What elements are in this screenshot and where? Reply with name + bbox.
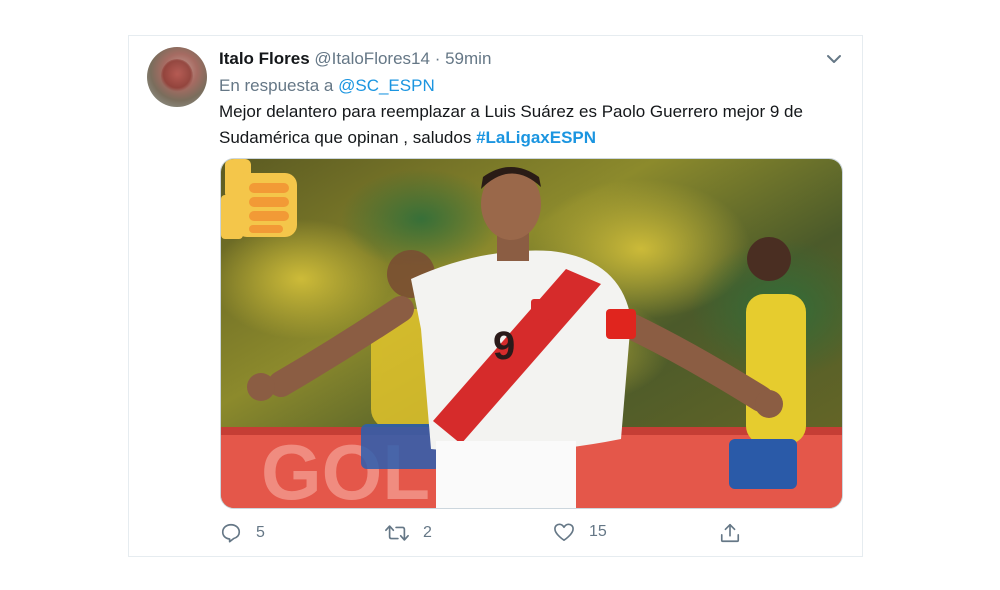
reply-context: En respuesta a @SC_ESPN: [219, 76, 435, 96]
tweet-header: Italo Flores @ItaloFlores14 · 59min: [219, 49, 491, 69]
retweet-count: 2: [423, 524, 432, 541]
reply-prefix: En respuesta a: [219, 76, 334, 95]
reply-icon: [221, 523, 241, 543]
reply-button[interactable]: 5: [220, 522, 265, 544]
author-handle[interactable]: @ItaloFlores14: [314, 49, 430, 68]
separator: ·: [434, 49, 441, 68]
like-count: 15: [589, 523, 607, 540]
like-button[interactable]: 15: [553, 522, 607, 542]
heart-icon: [554, 523, 574, 541]
tweet-media[interactable]: GOL 9: [220, 158, 843, 509]
author-name[interactable]: Italo Flores: [219, 49, 310, 68]
reply-count: 5: [256, 524, 265, 541]
avatar[interactable]: [147, 47, 207, 107]
retweet-button[interactable]: 2: [385, 522, 432, 544]
reply-to-link[interactable]: @SC_ESPN: [338, 76, 435, 95]
media-photo: GOL 9: [221, 159, 842, 508]
tweet-text: Mejor delantero para reemplazar a Luis S…: [219, 99, 849, 151]
jersey-number: 9: [493, 324, 515, 368]
chevron-down-icon[interactable]: [826, 52, 842, 66]
tweet-time[interactable]: 59min: [445, 49, 491, 68]
share-button[interactable]: [719, 522, 741, 544]
share-icon: [720, 523, 740, 543]
retweet-icon: [385, 525, 409, 541]
tweet-actions: 5 2 15: [0, 522, 1000, 546]
hashtag-link[interactable]: #LaLigaxESPN: [476, 128, 596, 147]
